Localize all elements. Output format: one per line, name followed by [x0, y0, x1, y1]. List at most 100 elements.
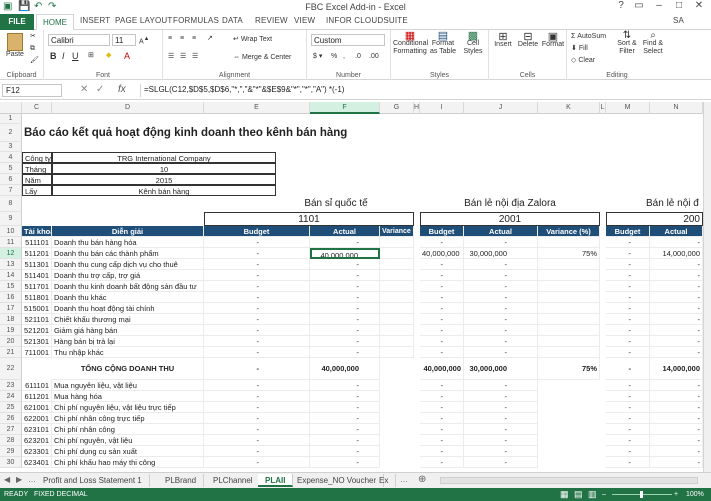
- cell[interactable]: -: [650, 446, 703, 457]
- cell[interactable]: -: [204, 347, 310, 358]
- cell[interactable]: Actual: [464, 226, 538, 237]
- column-header-k[interactable]: K: [538, 102, 600, 114]
- formula-input[interactable]: =SLGL(C12,$D$5,$D$6,"*,","&"*"&$E$9&"*",…: [140, 84, 706, 97]
- cell[interactable]: -: [606, 446, 650, 457]
- tab-review[interactable]: REVIEW: [255, 16, 288, 25]
- column-header-j[interactable]: J: [464, 102, 538, 114]
- cell[interactable]: -: [650, 424, 703, 435]
- cell[interactable]: 623201: [22, 435, 52, 446]
- cell[interactable]: -: [310, 336, 380, 347]
- percent-icon[interactable]: %: [331, 53, 337, 61]
- font-size-select[interactable]: 11: [112, 34, 136, 46]
- cell[interactable]: 511701: [22, 281, 52, 292]
- increase-decimal-icon[interactable]: .0: [355, 53, 361, 61]
- cell[interactable]: -: [310, 259, 380, 270]
- sheet-tab-plbrand[interactable]: PLBrand: [158, 474, 205, 487]
- italic-button[interactable]: I: [62, 52, 65, 61]
- column-header-g[interactable]: G: [380, 102, 414, 114]
- cell[interactable]: 30,000,000: [464, 358, 538, 380]
- format-as-table-button[interactable]: ▤ Format as Table: [429, 31, 457, 56]
- cell[interactable]: Bán lẻ nội địa Zalora: [420, 196, 600, 212]
- column-header-d[interactable]: D: [52, 102, 204, 114]
- page-layout-view-icon[interactable]: ▤: [574, 488, 583, 501]
- row-header[interactable]: 23: [0, 380, 22, 391]
- column-header-n[interactable]: N: [650, 102, 703, 114]
- font-name-select[interactable]: Calibri: [48, 34, 110, 46]
- cell[interactable]: -: [650, 391, 703, 402]
- cell[interactable]: -: [420, 303, 464, 314]
- cell[interactable]: [380, 270, 414, 281]
- cell-styles-button[interactable]: ▩ Cell Styles: [459, 31, 487, 56]
- row-header[interactable]: 9: [0, 212, 22, 226]
- clear-button[interactable]: ◇ Clear: [571, 57, 595, 65]
- cell[interactable]: -: [204, 325, 310, 336]
- more-sheets-right-icon[interactable]: …: [400, 475, 408, 484]
- cell[interactable]: -: [204, 358, 310, 380]
- cell[interactable]: -: [606, 259, 650, 270]
- cell[interactable]: -: [420, 391, 464, 402]
- user-name[interactable]: SA: [673, 16, 684, 25]
- cell[interactable]: Budget: [420, 226, 464, 237]
- merge-center-button[interactable]: ⇔ Merge & Center: [233, 54, 291, 62]
- cell[interactable]: Tài khoản: [22, 226, 52, 237]
- cell[interactable]: -: [310, 424, 380, 435]
- cell[interactable]: -: [204, 402, 310, 413]
- cell[interactable]: -: [420, 435, 464, 446]
- cell[interactable]: -: [606, 248, 650, 259]
- cell[interactable]: -: [420, 347, 464, 358]
- cell[interactable]: -: [650, 336, 703, 347]
- cell[interactable]: -: [310, 314, 380, 325]
- cell[interactable]: -: [606, 303, 650, 314]
- cell[interactable]: 75%: [538, 248, 600, 259]
- cell[interactable]: -: [310, 380, 380, 391]
- cell[interactable]: [380, 303, 414, 314]
- cell[interactable]: -: [464, 380, 538, 391]
- cell[interactable]: -: [420, 292, 464, 303]
- normal-view-icon[interactable]: ▦: [560, 488, 569, 501]
- cell[interactable]: -: [310, 292, 380, 303]
- column-header-i[interactable]: I: [420, 102, 464, 114]
- align-bottom-icon[interactable]: ≡: [192, 35, 196, 43]
- sheet-tab-plchannel[interactable]: PLChannel: [206, 474, 261, 487]
- cell[interactable]: -: [420, 446, 464, 457]
- tab-data[interactable]: DATA: [222, 16, 243, 25]
- cell[interactable]: -: [204, 237, 310, 248]
- cell[interactable]: -: [420, 457, 464, 468]
- cell[interactable]: -: [310, 402, 380, 413]
- column-header-f[interactable]: F: [310, 102, 380, 114]
- row-header[interactable]: 11: [0, 237, 22, 248]
- cell[interactable]: -: [606, 270, 650, 281]
- cell[interactable]: [538, 303, 600, 314]
- cell[interactable]: -: [420, 314, 464, 325]
- cell[interactable]: -: [204, 314, 310, 325]
- cell[interactable]: -: [310, 446, 380, 457]
- cell[interactable]: 75%: [538, 358, 600, 380]
- cell[interactable]: -: [204, 259, 310, 270]
- cell[interactable]: -: [204, 380, 310, 391]
- cell[interactable]: [380, 336, 414, 347]
- cell[interactable]: 40,000,000: [310, 358, 380, 380]
- cell[interactable]: -: [420, 270, 464, 281]
- row-header[interactable]: 19: [0, 325, 22, 336]
- autosum-button[interactable]: Σ AutoSum: [571, 33, 606, 41]
- row-header[interactable]: 18: [0, 314, 22, 325]
- cell[interactable]: -: [310, 391, 380, 402]
- cell[interactable]: -: [606, 424, 650, 435]
- cell[interactable]: -: [606, 402, 650, 413]
- cell[interactable]: Kênh bán hàng: [52, 185, 276, 196]
- cell[interactable]: -: [464, 435, 538, 446]
- cell[interactable]: [538, 237, 600, 248]
- align-left-icon[interactable]: ☰: [168, 53, 174, 61]
- cell[interactable]: 14,000,000: [650, 248, 703, 259]
- cell[interactable]: Chi phí nhân công: [52, 424, 204, 435]
- fill-button[interactable]: ⬇ Fill: [571, 45, 588, 53]
- row-header[interactable]: 24: [0, 391, 22, 402]
- row-header[interactable]: 4: [0, 152, 22, 163]
- cell[interactable]: -: [650, 325, 703, 336]
- cell[interactable]: Chi phí nguyên, vật liệu: [52, 435, 204, 446]
- cell[interactable]: -: [650, 314, 703, 325]
- copy-icon[interactable]: ⧉: [30, 45, 35, 53]
- cell[interactable]: -: [204, 281, 310, 292]
- cell[interactable]: 14,000,000: [650, 358, 703, 380]
- cell[interactable]: -: [606, 314, 650, 325]
